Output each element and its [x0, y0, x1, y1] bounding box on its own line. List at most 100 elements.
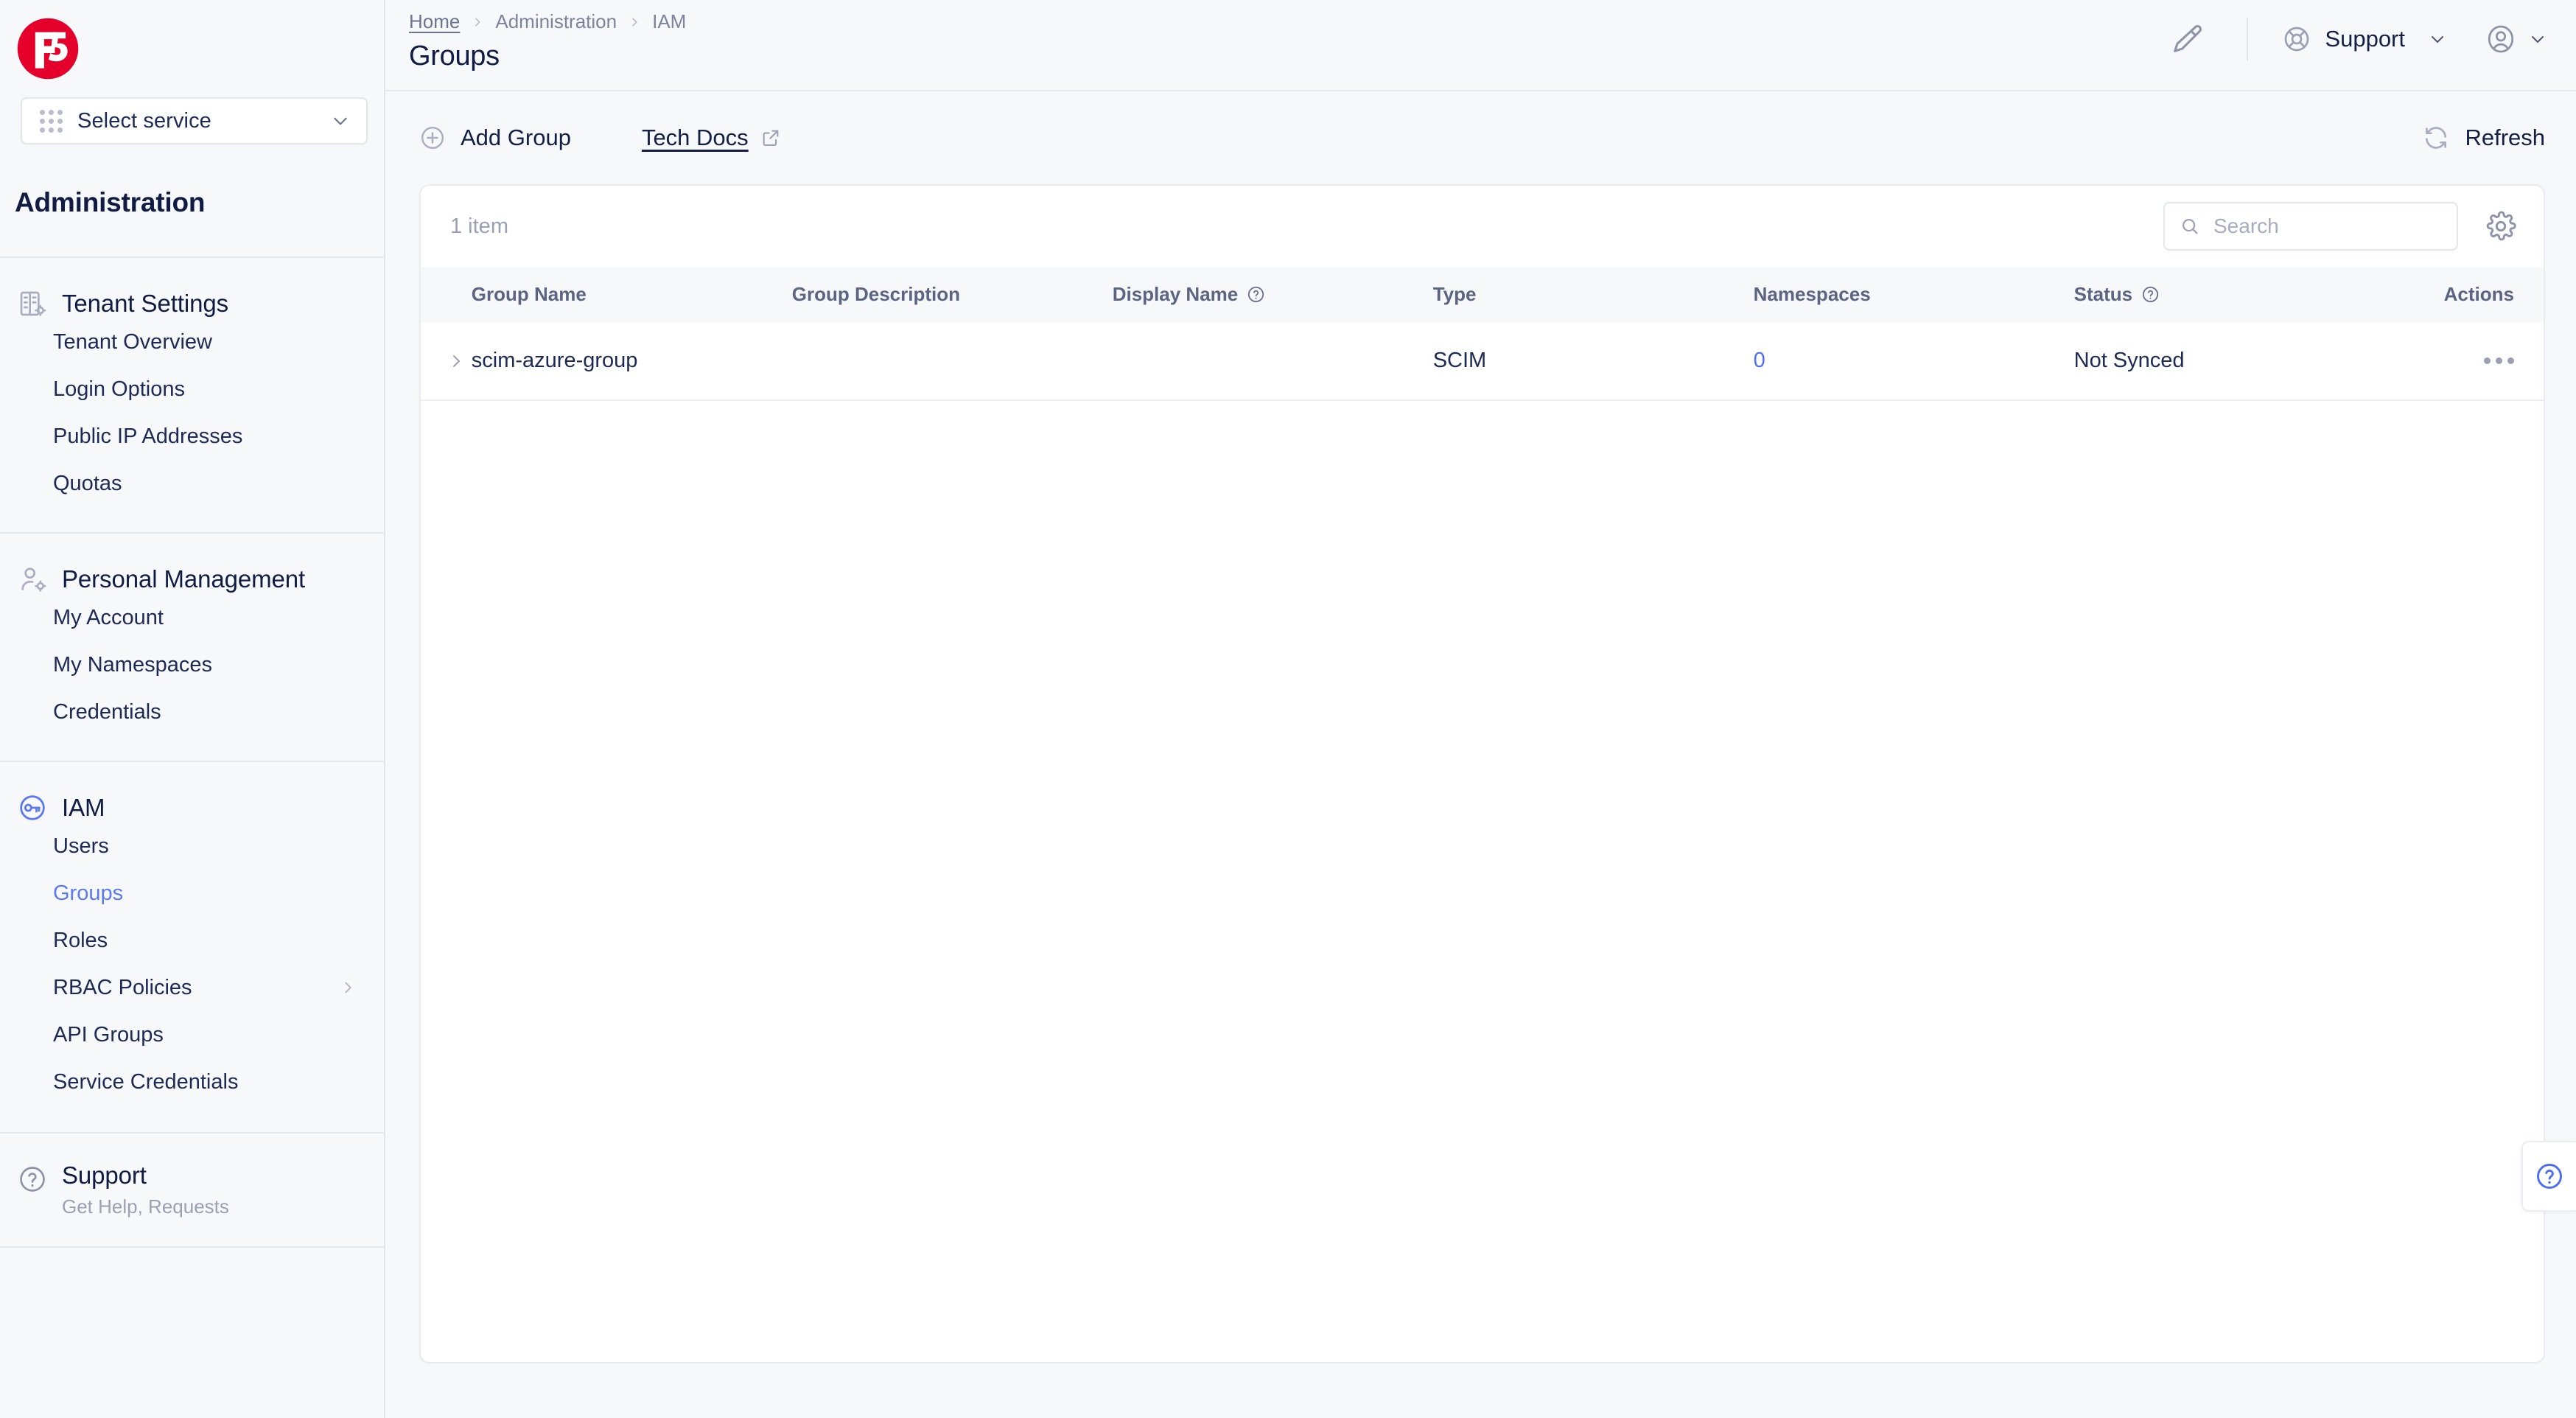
groups-table-card: 1 item: [419, 184, 2545, 1363]
sidebar-item-rbac-policies[interactable]: RBAC Policies: [0, 964, 384, 1011]
column-label: Display Name: [1113, 283, 1239, 306]
gear-icon: [2485, 210, 2517, 242]
chevron-down-icon: [2529, 30, 2547, 48]
header-support-dropdown[interactable]: Support: [2282, 24, 2446, 54]
search-icon: [2180, 216, 2200, 237]
building-settings-icon: [18, 289, 47, 318]
question-circle-icon: [18, 1164, 47, 1194]
sidebar-group-tenant-settings[interactable]: Tenant Settings: [0, 258, 384, 318]
search-input[interactable]: [2213, 214, 2442, 238]
sidebar-item-label: Roles: [53, 929, 108, 953]
breadcrumb-item-administration[interactable]: Administration: [495, 10, 617, 33]
chevron-down-icon: [331, 111, 350, 130]
sidebar-item-api-groups[interactable]: API Groups: [0, 1011, 384, 1058]
column-label: Actions: [2444, 283, 2514, 306]
column-header-expand: [421, 267, 472, 322]
help-circle-icon[interactable]: [1247, 285, 1265, 304]
sidebar: Select service Administration Tenant Set…: [0, 0, 385, 1418]
sidebar-item-roles[interactable]: Roles: [0, 917, 384, 964]
sidebar-item-label: My Namespaces: [53, 653, 212, 677]
sidebar-item-label: Login Options: [53, 377, 185, 402]
add-group-button[interactable]: Add Group: [419, 125, 571, 151]
chevron-right-icon[interactable]: [447, 352, 465, 370]
key-circle-icon: [18, 793, 47, 822]
content-area: 1 item: [385, 184, 2576, 1418]
sidebar-item-label: Public IP Addresses: [53, 425, 242, 449]
sidebar-item-my-namespaces[interactable]: My Namespaces: [0, 641, 384, 688]
nav-section-tenant-settings: Tenant Settings Tenant Overview Login Op…: [0, 258, 384, 532]
cell-group-description: [792, 322, 1113, 400]
column-header-status[interactable]: Status: [2074, 267, 2395, 322]
sidebar-item-label: API Groups: [53, 1023, 164, 1047]
groups-table: Group Name Group Description Display Nam…: [421, 267, 2544, 401]
breadcrumb: Home Administration IAM: [409, 10, 686, 33]
sidebar-item-label: My Account: [53, 606, 164, 630]
table-row[interactable]: scim-azure-group SCIM 0 Not Synced: [421, 322, 2544, 400]
action-toolbar: Add Group Tech Docs: [385, 91, 2576, 184]
column-header-display-name[interactable]: Display Name: [1113, 267, 1433, 322]
service-selector[interactable]: Select service: [21, 97, 368, 144]
table-header-row: Group Name Group Description Display Nam…: [421, 267, 2544, 322]
lifebuoy-icon: [2282, 24, 2311, 54]
help-floating-button[interactable]: [2521, 1141, 2576, 1212]
external-link-icon: [760, 128, 781, 148]
page-title: Groups: [409, 41, 686, 72]
breadcrumb-item-iam[interactable]: IAM: [652, 10, 686, 33]
row-actions-menu-button[interactable]: [2395, 357, 2514, 364]
f5-logo-icon: [16, 17, 80, 80]
plus-circle-icon: [419, 125, 446, 151]
sidebar-item-login-options[interactable]: Login Options: [0, 366, 384, 413]
column-header-actions: Actions: [2395, 267, 2544, 322]
cell-namespaces-link[interactable]: 0: [1754, 349, 1765, 372]
sidebar-item-label: Credentials: [53, 700, 161, 724]
help-circle-icon[interactable]: [2141, 285, 2160, 304]
brand-logo-row[interactable]: [0, 0, 384, 97]
item-count-label: 1 item: [450, 214, 508, 239]
question-circle-icon: [2535, 1162, 2564, 1191]
tech-docs-link[interactable]: Tech Docs: [642, 125, 781, 151]
sidebar-item-public-ip-addresses[interactable]: Public IP Addresses: [0, 413, 384, 460]
sidebar-group-label: Tenant Settings: [62, 290, 228, 318]
search-box[interactable]: [2163, 202, 2458, 251]
header-account-dropdown[interactable]: [2485, 23, 2547, 55]
table-settings-button[interactable]: [2485, 210, 2517, 242]
pen-button[interactable]: [2166, 18, 2207, 60]
cell-display-name: [1113, 322, 1433, 400]
tech-docs-label: Tech Docs: [642, 125, 749, 151]
table-card-header: 1 item: [421, 186, 2544, 267]
column-label: Group Name: [472, 283, 587, 306]
top-header-bar: Home Administration IAM Groups: [385, 0, 2576, 91]
sidebar-item-service-credentials[interactable]: Service Credentials: [0, 1058, 384, 1106]
sidebar-item-my-account[interactable]: My Account: [0, 594, 384, 641]
column-header-namespaces[interactable]: Namespaces: [1754, 267, 2074, 322]
breadcrumb-item-home[interactable]: Home: [409, 10, 460, 33]
user-settings-icon: [18, 565, 47, 594]
sidebar-support-title: Support: [62, 1162, 229, 1190]
sidebar-item-groups[interactable]: Groups: [0, 870, 384, 917]
refresh-icon: [2422, 124, 2450, 152]
sidebar-item-tenant-overview[interactable]: Tenant Overview: [0, 318, 384, 366]
service-selector-label: Select service: [77, 109, 316, 133]
sidebar-item-users[interactable]: Users: [0, 822, 384, 870]
sidebar-item-credentials[interactable]: Credentials: [0, 688, 384, 736]
sidebar-support-block[interactable]: Support Get Help, Requests: [0, 1132, 384, 1248]
chevron-right-icon: [472, 16, 483, 28]
chevron-down-icon: [2429, 30, 2446, 48]
nav-section-iam: IAM Users Groups Roles RBAC Policies API…: [0, 762, 384, 1131]
column-header-group-description[interactable]: Group Description: [792, 267, 1113, 322]
cell-group-name[interactable]: scim-azure-group: [472, 322, 792, 400]
header-support-label: Support: [2325, 26, 2405, 52]
sidebar-item-label: Quotas: [53, 472, 122, 496]
column-header-type[interactable]: Type: [1433, 267, 1754, 322]
sidebar-group-iam[interactable]: IAM: [0, 762, 384, 822]
header-divider: [2247, 18, 2248, 60]
sidebar-item-label: Groups: [53, 881, 123, 906]
cell-status: Not Synced: [2074, 322, 2395, 400]
sidebar-item-quotas[interactable]: Quotas: [0, 460, 384, 507]
row-expand-cell[interactable]: [421, 322, 472, 400]
table-card-header-actions: [2163, 202, 2517, 251]
sidebar-group-personal-management[interactable]: Personal Management: [0, 534, 384, 594]
cell-type: SCIM: [1433, 322, 1754, 400]
column-header-group-name[interactable]: Group Name: [472, 267, 792, 322]
refresh-button[interactable]: Refresh: [2422, 124, 2545, 152]
